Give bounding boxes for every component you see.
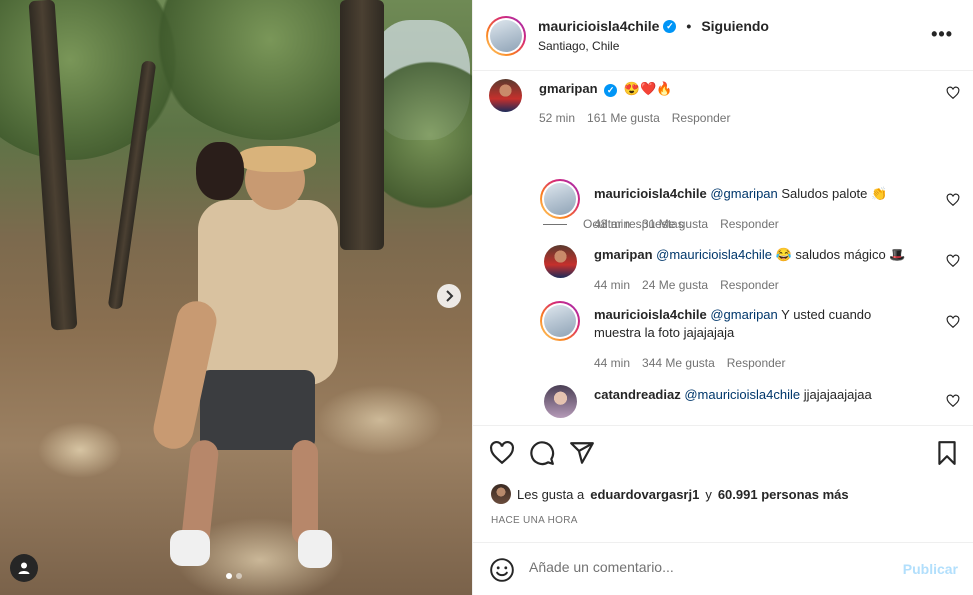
reply-button[interactable]: Responder (727, 356, 786, 370)
heart-icon[interactable] (946, 86, 960, 100)
comment-time[interactable]: 44 min (594, 356, 630, 370)
reply-button[interactable]: Responder (720, 278, 779, 292)
reply-button[interactable]: Responder (720, 217, 779, 231)
carousel-dot (226, 573, 232, 579)
comment-likes[interactable]: 344 Me gusta (642, 356, 715, 370)
comment-meta: 44 min 24 Me gusta Responder (594, 278, 779, 292)
comment-meta: 44 min 344 Me gusta Responder (594, 356, 785, 370)
author-name-row: mauricioisla4chile ✓ • Siguiendo (538, 18, 769, 34)
likes-connector: y (705, 486, 712, 502)
photo-tree (340, 0, 384, 250)
comment-meta: 48 min 31 Me gusta Responder (594, 217, 779, 231)
post-actions: Les gusta a eduardovargasrj1 y 60.991 pe… (473, 425, 973, 542)
heart-icon[interactable] (946, 394, 960, 408)
comment-likes[interactable]: 31 Me gusta (642, 217, 708, 231)
reply-item: gmaripan @mauricioisla4chile 😂 saludos m… (473, 242, 973, 302)
likes-prefix: Les gusta a (517, 486, 585, 502)
photo-person (200, 370, 315, 450)
commenter-avatar[interactable] (540, 179, 580, 219)
comments-list[interactable]: gmaripan ✓ 😍❤️🔥 52 min 161 Me gusta Resp… (473, 71, 973, 425)
author-username[interactable]: mauricioisla4chile (538, 18, 659, 34)
post-header: mauricioisla4chile ✓ • Siguiendo Santiag… (473, 0, 973, 71)
post-photo[interactable] (0, 0, 472, 595)
likes-summary[interactable]: Les gusta a eduardovargasrj1 y 60.991 pe… (491, 484, 849, 504)
emoji-icon[interactable] (489, 557, 515, 583)
comment-body: mauricioisla4chile @gmaripan Saludos pal… (594, 185, 924, 203)
comment-body: catandreadiaz @mauricioisla4chile jjajaj… (594, 386, 924, 404)
following-button[interactable]: Siguiendo (701, 18, 769, 34)
separator-dot: • (686, 18, 692, 34)
heart-icon[interactable] (946, 315, 960, 329)
bookmark-icon[interactable] (934, 440, 960, 466)
comment-mention[interactable]: @gmaripan (710, 307, 777, 322)
comment-meta: 52 min 161 Me gusta Responder (539, 111, 730, 125)
liker-avatar[interactable] (491, 484, 511, 504)
comment-text: 😍❤️🔥 (623, 81, 673, 96)
more-options-icon[interactable]: ••• (931, 24, 953, 45)
commenter-username[interactable]: gmaripan (539, 81, 598, 96)
comment-item: gmaripan ✓ 😍❤️🔥 52 min 161 Me gusta Resp… (473, 71, 973, 141)
comment-likes[interactable]: 24 Me gusta (642, 278, 708, 292)
carousel-dot (236, 573, 242, 579)
liker-username[interactable]: eduardovargasrj1 (590, 487, 699, 502)
commenter-username[interactable]: mauricioisla4chile (594, 307, 707, 322)
commenter-avatar[interactable] (544, 245, 577, 278)
verified-badge-icon: ✓ (604, 83, 618, 97)
commenter-avatar[interactable] (540, 301, 580, 341)
post-location[interactable]: Santiago, Chile (538, 39, 619, 53)
reply-button[interactable]: Responder (672, 111, 731, 125)
commenter-avatar[interactable] (489, 79, 522, 112)
comment-body: gmaripan ✓ 😍❤️🔥 (539, 80, 672, 98)
comment-text: Saludos palote 👏 (777, 186, 888, 201)
photo-person (170, 530, 210, 566)
verified-badge-icon: ✓ (663, 19, 677, 33)
comment-text: 😂 saludos mágico 🎩 (771, 247, 906, 262)
likes-others[interactable]: 60.991 personas más (718, 487, 849, 502)
heart-icon[interactable] (489, 440, 515, 466)
user-tag-icon (18, 562, 30, 574)
heart-icon[interactable] (946, 254, 960, 268)
reply-item: mauricioisla4chile @gmaripan Y usted cua… (473, 300, 973, 375)
commenter-username[interactable]: mauricioisla4chile (594, 186, 707, 201)
reply-item: mauricioisla4chile @gmaripan Saludos pal… (473, 179, 973, 239)
post-time[interactable]: HACE UNA HORA (491, 515, 578, 526)
comment-mention[interactable]: @gmaripan (710, 186, 777, 201)
commenter-avatar[interactable] (544, 385, 577, 418)
comment-body: mauricioisla4chile @gmaripan Y usted cua… (594, 306, 894, 342)
photo-person (196, 142, 244, 200)
chevron-right-icon (446, 290, 454, 302)
author-avatar[interactable] (486, 16, 526, 56)
comment-icon[interactable] (529, 440, 555, 466)
comment-text: jjajajaajajaa (800, 387, 872, 402)
comment-time[interactable]: 44 min (594, 278, 630, 292)
photo-person (298, 530, 332, 568)
comment-input[interactable] (529, 559, 889, 575)
comment-mention[interactable]: @mauricioisla4chile (684, 387, 800, 402)
commenter-username[interactable]: catandreadiaz (594, 387, 681, 402)
commenter-username[interactable]: gmaripan (594, 247, 653, 262)
post-side-panel: mauricioisla4chile ✓ • Siguiendo Santiag… (472, 0, 973, 595)
share-icon[interactable] (569, 440, 595, 466)
publish-button[interactable]: Publicar (903, 561, 958, 577)
next-photo-button[interactable] (437, 284, 461, 308)
heart-icon[interactable] (946, 193, 960, 207)
comment-mention[interactable]: @mauricioisla4chile (656, 247, 772, 262)
comment-time[interactable]: 52 min (539, 111, 575, 125)
comment-likes[interactable]: 161 Me gusta (587, 111, 660, 125)
photo-person (238, 146, 316, 172)
photo-person (198, 200, 338, 385)
comment-body: gmaripan @mauricioisla4chile 😂 saludos m… (594, 246, 924, 264)
add-comment-bar: Publicar (473, 542, 973, 595)
comment-time[interactable]: 48 min (594, 217, 630, 231)
reply-item: catandreadiaz @mauricioisla4chile jjajaj… (473, 382, 973, 425)
user-tag-button[interactable] (10, 554, 38, 582)
carousel-dots (226, 573, 242, 579)
